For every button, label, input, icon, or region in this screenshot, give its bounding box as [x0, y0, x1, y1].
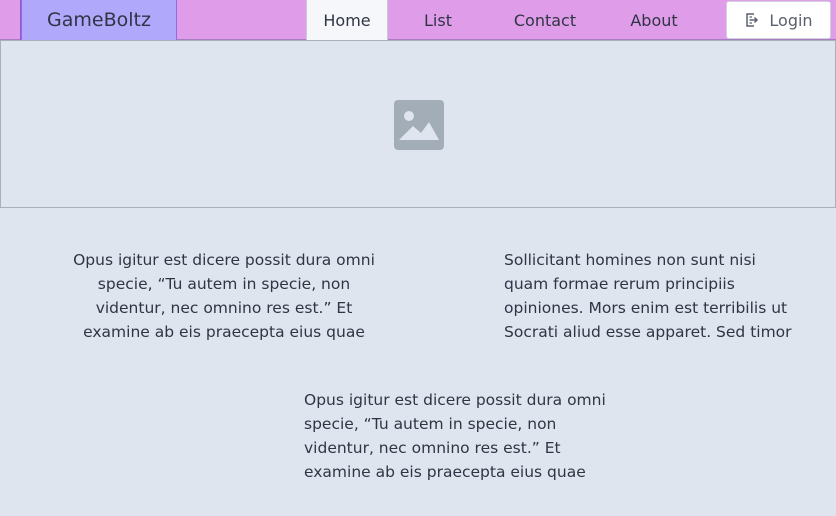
content-paragraph-1: Opus igitur est dicere possit dura omni …: [73, 251, 375, 341]
hero-banner: [0, 40, 836, 208]
brand-logo[interactable]: GameBoltz: [21, 0, 177, 40]
nav-item-about[interactable]: About: [620, 0, 688, 40]
navbar-left-strip: [0, 0, 21, 40]
content-paragraph-3: Opus igitur est dicere possit dura omni …: [304, 391, 606, 481]
login-icon: [744, 12, 760, 28]
login-label: Login: [769, 10, 813, 30]
content-paragraph-2: Sollicitant homines non sunt nisi quam f…: [504, 251, 792, 341]
image-placeholder-icon: [394, 100, 444, 150]
navbar: GameBoltz Home List Contact About Login: [0, 0, 836, 40]
nav-item-home[interactable]: Home: [306, 0, 388, 40]
nav-item-list[interactable]: List: [404, 0, 472, 40]
login-button[interactable]: Login: [726, 1, 831, 39]
nav-item-contact[interactable]: Contact: [505, 0, 585, 40]
